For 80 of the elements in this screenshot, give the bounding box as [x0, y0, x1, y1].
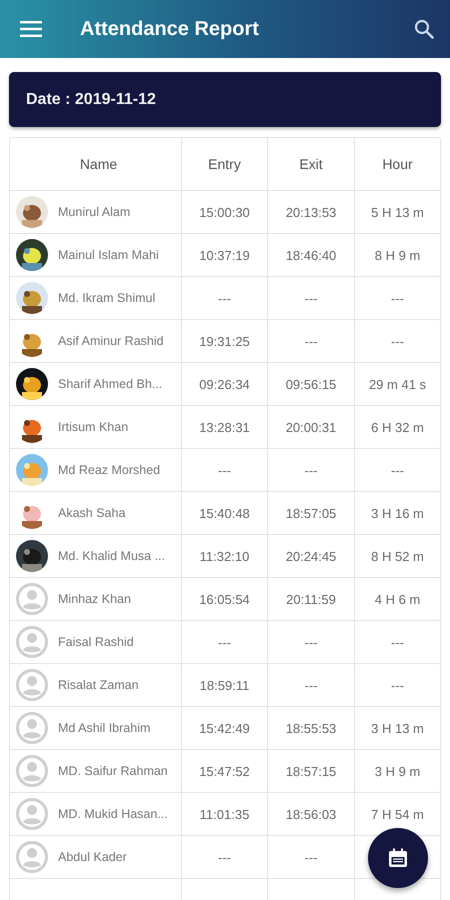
- hours-worked: ---: [391, 462, 404, 478]
- avatar-icon: [16, 669, 48, 701]
- hours-worked: ---: [391, 634, 404, 650]
- hours-worked: ---: [391, 678, 404, 692]
- entry-time: 18:59:11: [200, 678, 250, 692]
- calendar-icon: [388, 848, 408, 868]
- column-header: Hour: [354, 138, 440, 190]
- entry-time: ---: [218, 290, 231, 306]
- avatar-icon: [16, 712, 48, 744]
- exit-time: ---: [304, 850, 318, 864]
- entry-time: 13:28:31: [199, 420, 250, 434]
- exit-time: 18:46:40: [286, 248, 336, 262]
- employee-name: Asif Aminur Rashid: [58, 334, 164, 348]
- exit-time: ---: [304, 634, 318, 650]
- hours-worked: 3 H 16 m: [371, 506, 424, 520]
- hours-worked: 8 H 9 m: [374, 248, 420, 262]
- column-header: Name: [78, 155, 118, 174]
- entry-time: ---: [218, 462, 231, 478]
- employee-name: Risalat Zaman: [58, 678, 139, 692]
- date-text: Date : 2019-11-12: [26, 90, 156, 108]
- employee-name: Faisal Rashid: [58, 635, 134, 649]
- entry-time: 15:00:30: [199, 204, 250, 220]
- employee-name: Sharif Ahmed Bh...: [58, 377, 162, 391]
- column-header: Entry: [181, 138, 267, 190]
- exit-time: ---: [304, 290, 318, 306]
- exit-time: 20:24:45: [286, 548, 336, 564]
- hours-worked: 3 H 9 m: [374, 764, 420, 778]
- hours-worked: 8 H 52 m: [371, 548, 424, 564]
- employee-name: Munirul Alam: [58, 205, 130, 219]
- entry-time: 19:31:25: [199, 334, 250, 348]
- avatar-icon: [16, 798, 48, 830]
- hours-worked: 3 H 13 m: [371, 720, 424, 736]
- exit-time: ---: [304, 334, 318, 348]
- entry-time: ---: [218, 850, 231, 864]
- avatar-icon: [16, 755, 48, 787]
- entry-time: 10:37:19: [199, 248, 250, 262]
- employee-name: Abdul Kader: [58, 850, 127, 864]
- exit-time: 20:13:53: [286, 204, 336, 220]
- employee-name: Md Ashil Ibrahim: [58, 721, 150, 735]
- employee-name: Md. Khalid Musa ...: [58, 549, 165, 563]
- exit-time: 18:56:03: [286, 806, 336, 822]
- avatar-icon: [16, 841, 48, 873]
- employee-name: Md. Ikram Shimul: [58, 291, 156, 305]
- exit-time: 18:57:05: [286, 506, 336, 520]
- entry-time: 11:32:10: [200, 548, 250, 564]
- hours-worked: ---: [391, 334, 404, 348]
- menu-icon[interactable]: [20, 21, 42, 37]
- entry-time: 09:26:34: [199, 376, 250, 392]
- calendar-button[interactable]: [368, 828, 428, 888]
- exit-time: 09:56:15: [286, 376, 336, 392]
- entry-time: 15:42:49: [199, 720, 250, 736]
- hours-worked: 5 H 13 m: [371, 204, 424, 220]
- search-icon[interactable]: [414, 19, 434, 39]
- hours-worked: 7 H 54 m: [371, 806, 424, 822]
- avatar-icon: [16, 583, 48, 615]
- hours-worked: 29 m 41 s: [368, 376, 426, 392]
- exit-time: 18:57:15: [286, 764, 336, 778]
- exit-time: 20:11:59: [286, 592, 336, 606]
- avatar-icon: [16, 626, 48, 658]
- employee-name: Md Reaz Morshed: [58, 463, 160, 477]
- employee-name: Mainul Islam Mahi: [58, 248, 159, 262]
- entry-time: 15:47:52: [199, 764, 250, 778]
- employee-name: Irtisum Khan: [58, 420, 128, 434]
- hours-worked: ---: [391, 290, 404, 306]
- hours-worked: 6 H 32 m: [371, 420, 424, 434]
- employee-name: Minhaz Khan: [58, 592, 131, 606]
- entry-time: 15:40:48: [199, 506, 250, 520]
- entry-time: ---: [218, 634, 231, 650]
- exit-time: ---: [304, 678, 318, 692]
- exit-time: 20:00:31: [286, 420, 336, 434]
- exit-time: 18:55:53: [286, 720, 336, 736]
- column-header: Exit: [267, 138, 354, 190]
- employee-name: MD. Saifur Rahman: [58, 764, 168, 778]
- employee-name: MD. Mukid Hasan...: [58, 807, 168, 821]
- app-title: Attendance Report: [80, 18, 260, 40]
- employee-name: Akash Saha: [58, 506, 126, 520]
- entry-time: 16:05:54: [199, 592, 250, 606]
- hours-worked: 4 H 6 m: [374, 592, 420, 606]
- exit-time: ---: [304, 462, 318, 478]
- entry-time: 11:01:35: [200, 806, 250, 822]
